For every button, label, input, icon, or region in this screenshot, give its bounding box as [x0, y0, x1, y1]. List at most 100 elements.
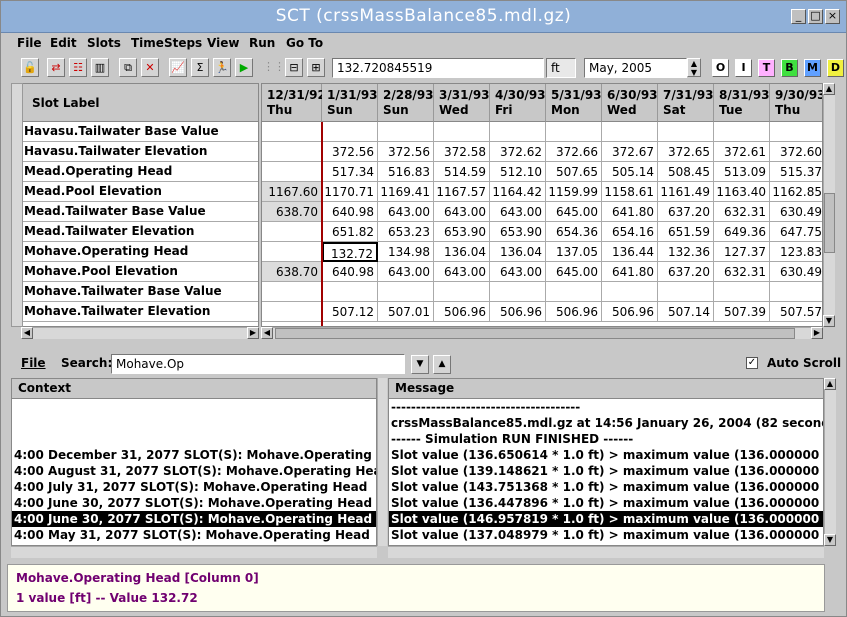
data-cell[interactable]: 506.96 — [490, 302, 546, 322]
message-line[interactable]: Slot value (136.447896 * 1.0 ft) > maxim… — [389, 495, 823, 511]
column-header[interactable]: 5/31/93 Mon — [546, 84, 602, 122]
message-line[interactable]: Slot value (146.957819 * 1.0 ft) > maxim… — [389, 511, 823, 527]
data-cell[interactable]: 372.61 — [714, 142, 770, 162]
data-cell[interactable]: 513.09 — [714, 162, 770, 182]
filter-button-i[interactable]: I — [735, 59, 752, 77]
data-cell[interactable]: 1164.42 — [490, 182, 546, 202]
slot-label[interactable]: Mead.Pool Elevation — [22, 182, 258, 202]
data-cell[interactable] — [602, 122, 658, 142]
slot-table-icon[interactable]: ☷ — [69, 58, 87, 77]
data-cell[interactable] — [262, 142, 322, 162]
data-cell[interactable]: 1163.40 — [714, 182, 770, 202]
menu-file[interactable]: File — [17, 36, 42, 50]
data-cell[interactable]: 647.75 — [770, 222, 822, 242]
data-cell[interactable]: 643.00 — [490, 202, 546, 222]
data-cell[interactable]: 372.56 — [322, 142, 378, 162]
data-cell[interactable]: 1161.49 — [658, 182, 714, 202]
data-cell[interactable] — [322, 282, 378, 302]
data-cell[interactable] — [434, 122, 490, 142]
data-cell[interactable]: 136.04 — [434, 242, 490, 262]
menu-goto[interactable]: Go To — [286, 36, 323, 50]
context-line[interactable] — [12, 431, 376, 447]
scroll-left-arrow[interactable]: ◀ — [21, 327, 33, 339]
data-cell[interactable] — [378, 282, 434, 302]
data-cell[interactable]: 654.16 — [602, 222, 658, 242]
columns-icon[interactable]: ▥ — [91, 58, 109, 77]
column-header[interactable]: 9/30/93 Thu — [770, 84, 822, 122]
context-line[interactable]: 4:00 June 30, 2077 SLOT(S): Mohave.Opera… — [12, 495, 376, 511]
grid-scroll-thumb[interactable] — [275, 328, 795, 339]
context-line[interactable]: 4:00 May 31, 2077 SLOT(S): Mohave.Operat… — [12, 527, 376, 543]
message-line[interactable]: -------------------------------------- — [389, 399, 823, 415]
data-cell[interactable] — [322, 122, 378, 142]
filter-button-o[interactable]: O — [712, 59, 729, 77]
data-cell[interactable]: 123.83 — [770, 242, 822, 262]
msg-scroll-down-arrow[interactable]: ▼ — [824, 534, 836, 546]
data-cell[interactable]: 649.36 — [714, 222, 770, 242]
data-cell[interactable]: 372.66 — [546, 142, 602, 162]
slot-label[interactable]: Mead.Tailwater Elevation — [22, 222, 258, 242]
data-cell[interactable] — [658, 122, 714, 142]
slot-label[interactable]: Havasu.Tailwater Base Value — [22, 122, 258, 142]
close-button[interactable]: × — [825, 9, 840, 24]
filter-button-d[interactable]: D — [827, 59, 844, 77]
scroll-right-arrow[interactable]: ▶ — [247, 327, 259, 339]
data-cell[interactable]: 136.04 — [490, 242, 546, 262]
data-cell[interactable]: 632.31 — [714, 202, 770, 222]
grid-scroll-left-arrow[interactable]: ◀ — [261, 327, 273, 339]
play-icon[interactable]: ▶ — [235, 58, 253, 77]
data-cell[interactable]: 505.14 — [602, 162, 658, 182]
data-cell[interactable] — [434, 282, 490, 302]
column-header[interactable]: 3/31/93 Wed — [434, 84, 490, 122]
run-man-icon[interactable]: 🏃 — [213, 58, 231, 77]
column-header[interactable]: 6/30/93 Wed — [602, 84, 658, 122]
value-input[interactable]: 132.720845519 — [332, 58, 544, 78]
data-cell[interactable]: 134.98 — [378, 242, 434, 262]
search-input[interactable]: Mohave.Op — [111, 354, 405, 374]
data-cell[interactable]: 641.80 — [602, 262, 658, 282]
data-cell[interactable]: 641.80 — [602, 202, 658, 222]
data-cell[interactable]: 1158.61 — [602, 182, 658, 202]
data-cell[interactable] — [262, 162, 322, 182]
slot-label[interactable]: Mead.Operating Head — [22, 162, 258, 182]
data-cell[interactable]: 643.00 — [378, 262, 434, 282]
data-cell[interactable]: 508.45 — [658, 162, 714, 182]
data-cell[interactable]: 507.12 — [322, 302, 378, 322]
column-header[interactable]: 7/31/93 Sat — [658, 84, 714, 122]
data-cell[interactable]: 372.60 — [770, 142, 822, 162]
data-cell[interactable]: 645.00 — [546, 262, 602, 282]
data-cell[interactable]: 507.14 — [658, 302, 714, 322]
context-line[interactable]: 4:00 December 31, 2077 SLOT(S): Mohave.O… — [12, 447, 376, 463]
filter-button-t[interactable]: T — [758, 59, 775, 77]
data-cell[interactable]: 654.36 — [546, 222, 602, 242]
message-line[interactable]: crssMassBalance85.mdl.gz at 14:56 Januar… — [389, 415, 823, 431]
data-cell[interactable] — [490, 282, 546, 302]
context-horizontal-scrollbar[interactable] — [11, 546, 377, 558]
open-window-icon[interactable]: ⧉ — [119, 58, 137, 77]
data-cell[interactable]: 507.01 — [378, 302, 434, 322]
column-header[interactable]: 2/28/93 Sun — [378, 84, 434, 122]
data-cell[interactable]: 643.00 — [490, 262, 546, 282]
data-cell[interactable] — [262, 242, 322, 262]
filter-button-b[interactable]: B — [781, 59, 798, 77]
data-cell[interactable]: 506.96 — [434, 302, 490, 322]
data-cell[interactable]: 638.70 — [262, 202, 322, 222]
data-cell[interactable]: 372.67 — [602, 142, 658, 162]
data-cell[interactable]: 653.90 — [490, 222, 546, 242]
data-cell[interactable]: 637.20 — [658, 202, 714, 222]
data-cell[interactable] — [262, 302, 322, 322]
data-cell[interactable]: 645.00 — [546, 202, 602, 222]
collapse-icon[interactable]: ⊟ — [285, 58, 303, 77]
data-cell[interactable]: 653.90 — [434, 222, 490, 242]
data-cell[interactable]: 640.98 — [322, 202, 378, 222]
data-cell[interactable]: 630.49 — [770, 262, 822, 282]
data-cell[interactable] — [770, 282, 822, 302]
title-bar[interactable]: SCT (crssMassBalance85.mdl.gz) _ □ × — [1, 1, 846, 33]
slot-label[interactable]: Havasu.Tailwater Elevation — [22, 142, 258, 162]
minimize-button[interactable]: _ — [791, 9, 806, 24]
context-line[interactable] — [12, 399, 376, 415]
lock-icon[interactable]: 🔓 — [21, 58, 39, 77]
grid-horizontal-scrollbar[interactable]: ◀ ▶ — [261, 327, 823, 339]
column-header[interactable]: 4/30/93 Fri — [490, 84, 546, 122]
data-cell[interactable] — [378, 122, 434, 142]
